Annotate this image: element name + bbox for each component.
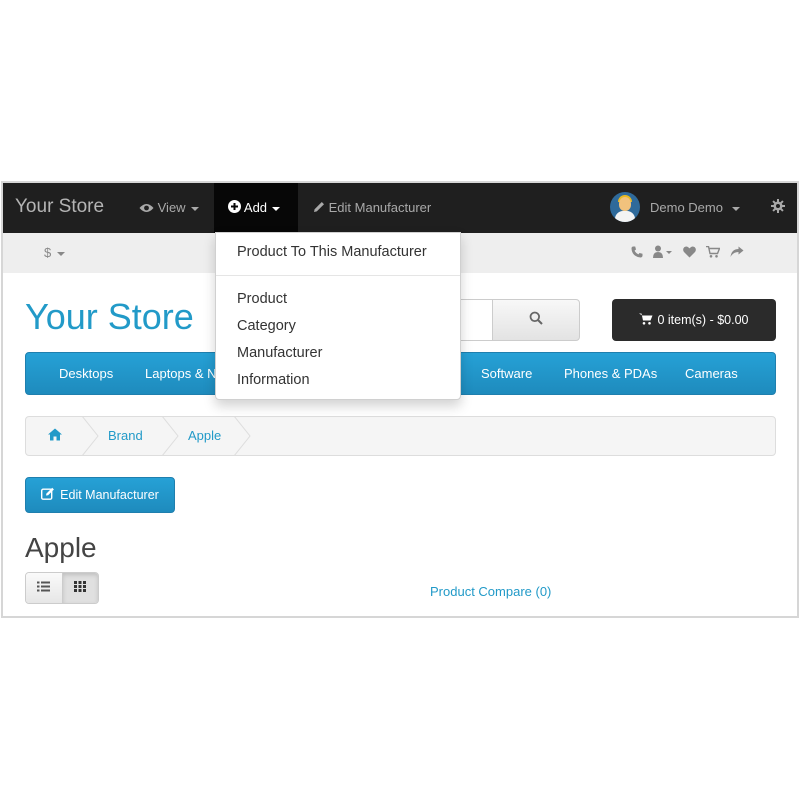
- category-software[interactable]: Software: [481, 366, 532, 381]
- add-dropdown-menu: Product To This Manufacturer Product Cat…: [215, 232, 461, 400]
- heart-icon[interactable]: [683, 245, 696, 258]
- search-icon: [529, 311, 543, 330]
- view-toggle-group: [25, 572, 99, 604]
- store-logo[interactable]: Your Store: [25, 296, 194, 338]
- chevron-down-icon: [731, 206, 740, 211]
- grid-view-icon: [74, 579, 87, 597]
- phone-icon[interactable]: [631, 246, 643, 258]
- menu-item-information[interactable]: Information: [237, 372, 310, 388]
- page-title: Apple: [25, 532, 97, 563]
- account-icon[interactable]: [653, 245, 673, 258]
- edit-manufacturer-button-label: Edit Manufacturer: [60, 488, 159, 502]
- settings-button[interactable]: [771, 183, 785, 233]
- cart-button[interactable]: 0 item(s) - $0.00: [612, 299, 776, 341]
- share-icon[interactable]: [730, 246, 744, 258]
- breadcrumb-brand[interactable]: Brand: [108, 417, 143, 455]
- plus-circle-icon: [228, 184, 241, 234]
- cart-icon: [639, 313, 653, 328]
- admin-brand[interactable]: Your Store: [15, 196, 104, 218]
- chevron-down-icon: [57, 251, 66, 256]
- menu-item-manufacturer[interactable]: Manufacturer: [237, 345, 322, 361]
- list-view-button[interactable]: [26, 573, 62, 603]
- category-desktops[interactable]: Desktops: [59, 366, 113, 381]
- category-cameras[interactable]: Cameras: [685, 366, 738, 381]
- currency-selector[interactable]: $: [44, 245, 66, 260]
- edit-manufacturer-label: Edit Manufacturer: [328, 200, 432, 215]
- home-icon[interactable]: [48, 418, 62, 455]
- edit-icon: [41, 487, 55, 503]
- cart-icon[interactable]: [706, 245, 720, 258]
- user-avatar: [610, 192, 640, 222]
- menu-item-product-to-manufacturer[interactable]: Product To This Manufacturer: [237, 244, 427, 260]
- menu-divider: [216, 275, 460, 276]
- menu-item-product[interactable]: Product: [237, 291, 287, 307]
- search-button[interactable]: [492, 299, 580, 341]
- product-compare-link[interactable]: Product Compare (0): [430, 584, 551, 599]
- admin-bar: Your Store View Add Edit Manufacturer De…: [3, 183, 797, 233]
- view-label: View: [157, 200, 186, 215]
- chevron-down-icon: [190, 206, 199, 211]
- edit-manufacturer-link[interactable]: Edit Manufacturer: [313, 183, 431, 233]
- edit-manufacturer-button[interactable]: Edit Manufacturer: [25, 477, 175, 513]
- add-label: Add: [243, 200, 268, 215]
- chevron-down-icon: [272, 206, 281, 211]
- menu-item-category[interactable]: Category: [237, 318, 296, 334]
- breadcrumb-apple[interactable]: Apple: [188, 417, 221, 455]
- top-links: [631, 245, 744, 258]
- breadcrumb: Brand Apple: [25, 416, 776, 456]
- view-menu[interactable]: View: [139, 183, 199, 233]
- category-laptops[interactable]: Laptops & N: [145, 366, 217, 381]
- add-menu-toggle[interactable]: Add: [214, 183, 298, 233]
- currency-symbol: $: [44, 245, 52, 260]
- pencil-icon: [313, 184, 325, 234]
- grid-view-button[interactable]: [61, 573, 98, 603]
- gear-icon: [771, 184, 785, 234]
- user-name: Demo Demo: [650, 200, 723, 215]
- cart-total: 0 item(s) - $0.00: [657, 313, 749, 327]
- breadcrumb-separator: [234, 417, 251, 455]
- list-view-icon: [37, 579, 51, 597]
- category-phones[interactable]: Phones & PDAs: [564, 366, 657, 381]
- eye-icon: [139, 184, 154, 234]
- browser-frame: Your Store View Add Edit Manufacturer De…: [1, 181, 799, 618]
